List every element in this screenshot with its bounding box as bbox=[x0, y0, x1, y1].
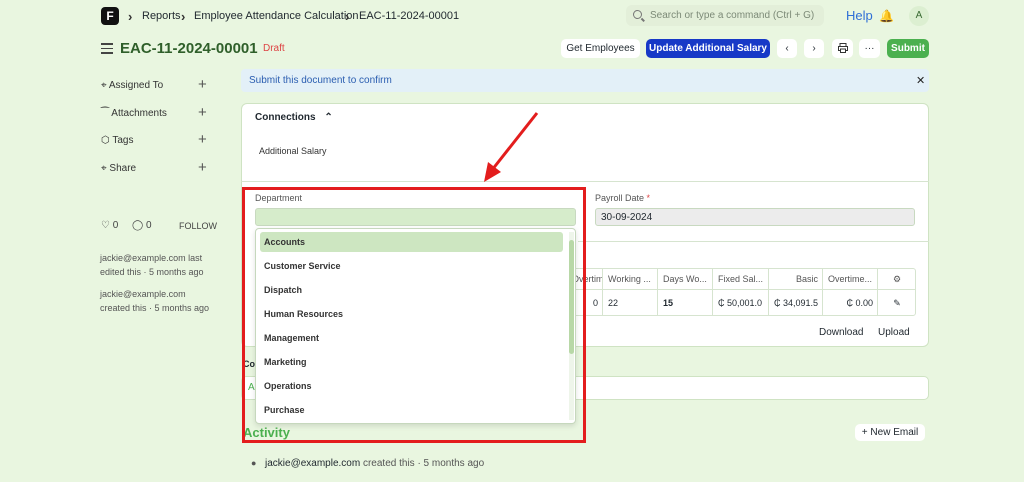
chevron-up-icon: ⌃ bbox=[324, 112, 333, 123]
page-title: EAC-11-2024-00001 bbox=[120, 40, 258, 57]
table-column-overtime-amount: Overtime... ₵ 0.00 bbox=[822, 268, 877, 316]
add-assignee-button[interactable]: + bbox=[198, 76, 207, 93]
annotation-arrow-icon bbox=[484, 112, 539, 182]
add-share-button[interactable]: + bbox=[198, 159, 207, 176]
share-icon: ⌖ bbox=[101, 163, 107, 174]
sidebar-activity-edited: jackie@example.com last edited this · 5 … bbox=[100, 253, 204, 277]
breadcrumb-document[interactable]: EAC-11-2024-00001 bbox=[359, 10, 459, 22]
bell-icon[interactable]: 🔔 bbox=[879, 9, 894, 23]
like-count: 0 bbox=[112, 220, 119, 231]
get-employees-button[interactable]: Get Employees bbox=[561, 39, 640, 58]
sidebar-item-share[interactable]: ⌖ Share bbox=[101, 163, 136, 174]
follow-button[interactable]: FOLLOW bbox=[179, 221, 217, 231]
table-column-settings: ⚙ ✎ bbox=[877, 268, 916, 316]
sidebar-item-label: Tags bbox=[112, 135, 134, 146]
next-doc-button[interactable]: › bbox=[804, 39, 824, 58]
download-button[interactable]: Download bbox=[819, 327, 863, 338]
more-actions-button[interactable]: ··· bbox=[859, 39, 880, 58]
like-button[interactable]: ♡ 0 bbox=[101, 220, 118, 231]
submit-banner: Submit this document to confirm bbox=[241, 69, 929, 92]
close-icon[interactable]: ✕ bbox=[916, 74, 925, 87]
table-column-basic: Basic ₵ 34,091.5 bbox=[768, 268, 822, 316]
sidebar-item-assigned-to[interactable]: ⌖ Assigned To bbox=[101, 80, 163, 91]
divider bbox=[578, 241, 929, 242]
breadcrumb-reports[interactable]: Reports bbox=[142, 10, 181, 22]
heart-icon: ♡ bbox=[101, 220, 110, 231]
chevron-right-icon: › bbox=[181, 9, 186, 24]
divider bbox=[241, 181, 929, 182]
search-icon bbox=[633, 10, 642, 19]
sidebar-item-tags[interactable]: ⬡ Tags bbox=[101, 135, 133, 146]
upload-button[interactable]: Upload bbox=[878, 327, 910, 338]
payroll-date-label: Payroll Date * bbox=[595, 193, 651, 203]
comment-count: 0 bbox=[145, 220, 152, 231]
paperclip-icon: ⁀ bbox=[101, 108, 110, 119]
table-column-days-worked: Days Wo... 15 bbox=[657, 268, 712, 316]
new-email-button[interactable]: + New Email bbox=[855, 424, 925, 441]
sidebar-item-label: Share bbox=[109, 163, 137, 174]
menu-toggle-icon[interactable] bbox=[101, 43, 113, 57]
chevron-right-icon: › bbox=[345, 9, 350, 24]
edit-row-icon[interactable]: ✎ bbox=[878, 290, 916, 316]
table-column-working-days: Working ... 22 bbox=[602, 268, 657, 316]
payroll-date-input[interactable]: 30-09-2024 bbox=[595, 208, 915, 226]
activity-entry: jackie@example.com created this · 5 mont… bbox=[265, 458, 485, 469]
table-column-fixed-salary: Fixed Sal... ₵ 50,001.0 bbox=[712, 268, 768, 316]
gear-icon[interactable]: ⚙ bbox=[878, 268, 916, 290]
connection-link-additional-salary[interactable]: Additional Salary bbox=[259, 146, 327, 156]
avatar[interactable]: A bbox=[909, 6, 929, 26]
update-additional-salary-button[interactable]: Update Additional Salary bbox=[646, 39, 770, 58]
add-attachment-button[interactable]: + bbox=[198, 104, 207, 121]
print-button[interactable] bbox=[832, 39, 853, 58]
connections-heading[interactable]: Connections ⌃ bbox=[255, 112, 333, 123]
sidebar-item-label: Assigned To bbox=[108, 80, 164, 91]
comment-icon: ◯ bbox=[132, 220, 144, 231]
sidebar-item-attachments[interactable]: ⁀ Attachments bbox=[101, 108, 167, 119]
previous-doc-button[interactable]: ‹ bbox=[777, 39, 797, 58]
submit-button[interactable]: Submit bbox=[887, 39, 929, 58]
tag-icon: ⬡ bbox=[101, 135, 110, 146]
printer-icon bbox=[837, 43, 848, 53]
add-tag-button[interactable]: + bbox=[198, 131, 207, 148]
chevron-right-icon: › bbox=[128, 9, 133, 24]
highlight-box bbox=[242, 187, 586, 443]
assign-icon: ⌖ bbox=[101, 80, 107, 91]
help-link[interactable]: Help bbox=[846, 8, 873, 23]
app-logo[interactable]: F bbox=[101, 7, 119, 25]
sidebar-item-label: Attachments bbox=[111, 108, 167, 119]
sidebar-activity-created: jackie@example.com created this · 5 mont… bbox=[100, 289, 210, 313]
bullet-icon: ● bbox=[251, 458, 257, 468]
breadcrumb-doctype[interactable]: Employee Attendance Calculation bbox=[194, 10, 359, 22]
comment-count-button[interactable]: ◯ 0 bbox=[132, 220, 152, 231]
search-input[interactable]: Search or type a command (Ctrl + G) bbox=[626, 5, 824, 26]
status-badge: Draft bbox=[263, 43, 285, 54]
